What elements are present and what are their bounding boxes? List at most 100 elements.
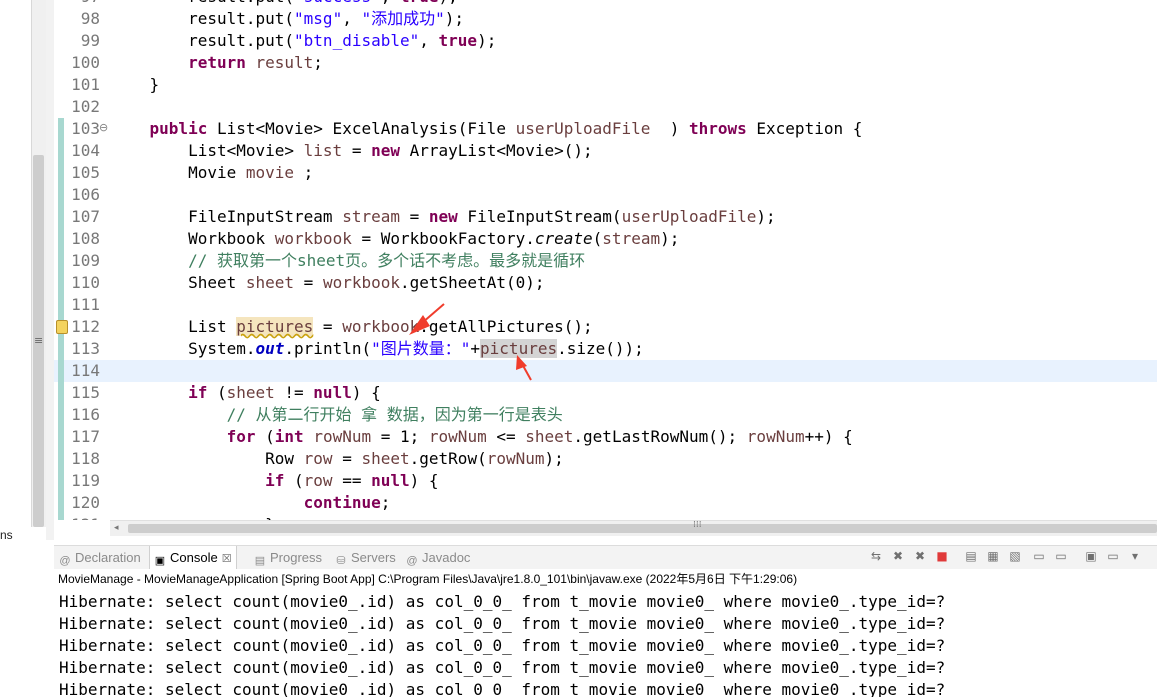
line-number: 100 (71, 53, 100, 72)
code-line[interactable]: 101 } (54, 74, 1157, 96)
code-line[interactable]: 97 result.put("success", true); (54, 0, 1157, 8)
code-line[interactable]: 105 Movie movie ; (54, 162, 1157, 184)
tab-servers[interactable]: ⛁ Servers (335, 546, 395, 570)
code-line[interactable]: 113 System.out.println("图片数量："+pictures.… (54, 338, 1157, 360)
scroll-left-icon[interactable]: ◂ (114, 521, 119, 536)
show-when-stderr-icon[interactable]: ▭ (1054, 549, 1068, 563)
show-when-stdout-icon[interactable]: ▭ (1032, 549, 1046, 563)
code-token: public (149, 119, 208, 138)
quick-diff-marker (58, 426, 64, 448)
console-output-line: Hibernate: select count(movie0_.id) as c… (59, 636, 946, 655)
console-output[interactable]: Hibernate: select count(movie0_.id) as c… (54, 589, 1157, 697)
code-text[interactable]: return result; (111, 52, 323, 74)
terminate-icon[interactable]: ■ (935, 549, 949, 563)
code-text[interactable]: result.put("success", true); (111, 0, 458, 8)
link-with-editor-icon[interactable]: ⇆ (869, 549, 883, 563)
code-text[interactable]: if (sheet != null) { (111, 382, 381, 404)
code-line[interactable]: 99 result.put("btn_disable", true); (54, 30, 1157, 52)
code-token: Sheet (111, 273, 246, 292)
code-line[interactable]: 120 continue; (54, 492, 1157, 514)
code-token: result.put( (111, 0, 294, 6)
console-output-line: Hibernate: select count(movie0_.id) as c… (59, 680, 946, 697)
code-token: != (274, 383, 314, 402)
code-text[interactable]: List<Movie> list = new ArrayList<Movie>(… (111, 140, 593, 162)
word-wrap-icon[interactable]: ▧ (1008, 549, 1022, 563)
line-number: 97 (68, 0, 100, 8)
code-token: sheet (245, 273, 295, 292)
code-line[interactable]: 114 (54, 360, 1157, 382)
code-line[interactable]: 116 // 从第二行开始 拿 数据，因为第一行是表头 (54, 404, 1157, 426)
display-selected-console-icon[interactable]: ▭ (1106, 549, 1120, 563)
editor-scroll-thumb[interactable]: ⁞⁞⁞ (128, 520, 1157, 533)
code-text[interactable]: public List<Movie> ExcelAnalysis(File us… (111, 118, 863, 140)
clear-console-icon[interactable]: ▤ (964, 549, 978, 563)
view-sash[interactable] (46, 0, 54, 540)
code-text[interactable]: continue; (111, 492, 391, 514)
code-line[interactable]: 109 // 获取第一个sheet页。多个话不考虑。最多就是循环 (54, 250, 1157, 272)
code-token: create (534, 229, 593, 248)
code-text[interactable]: Sheet sheet = workbook.getSheetAt(0); (111, 272, 544, 294)
code-token: rowNum (428, 427, 487, 446)
quick-diff-marker (58, 448, 64, 470)
code-line[interactable]: 104 List<Movie> list = new ArrayList<Mov… (54, 140, 1157, 162)
code-token: .size()); (557, 339, 644, 358)
tab-progress[interactable]: ▤ Progress (254, 546, 322, 570)
code-token: .getAllPictures(); (419, 317, 593, 336)
code-text[interactable]: Row row = sheet.getRow(rowNum); (111, 448, 564, 470)
code-line[interactable]: 110 Sheet sheet = workbook.getSheetAt(0)… (54, 272, 1157, 294)
tab-declaration[interactable]: @ Declaration (59, 546, 140, 570)
code-token: Movie (111, 163, 246, 182)
code-text[interactable]: List pictures = workbook.getAllPictures(… (111, 316, 593, 338)
code-text[interactable]: FileInputStream stream = new FileInputSt… (111, 206, 776, 228)
tab-console[interactable]: ▣ Console ☒ (149, 546, 237, 570)
remove-launch-icon[interactable]: ✖ (891, 549, 905, 563)
code-token: ( (207, 383, 227, 402)
code-token: row (303, 449, 333, 468)
code-text[interactable]: System.out.println("图片数量："+pictures.size… (111, 338, 644, 360)
editor-horizontal-scrollbar[interactable]: ◂ ⁞⁞⁞ (110, 520, 1157, 536)
code-line[interactable]: 98 result.put("msg", "添加成功"); (54, 8, 1157, 30)
code-line[interactable]: 115 if (sheet != null) { (54, 382, 1157, 404)
code-line[interactable]: 112 List pictures = workbook.getAllPictu… (54, 316, 1157, 338)
code-line[interactable]: 118 Row row = sheet.getRow(rowNum); (54, 448, 1157, 470)
code-token: movie (245, 163, 295, 182)
code-text[interactable]: if (row == null) { (111, 470, 438, 492)
remove-all-terminated-icon[interactable]: ✖ (913, 549, 927, 563)
code-line[interactable]: 117 for (int rowNum = 1; rowNum <= sheet… (54, 426, 1157, 448)
truncated-explorer-text: ns (0, 528, 13, 542)
code-line[interactable]: 103 ⊖ public List<Movie> ExcelAnalysis(Fi… (54, 118, 1157, 140)
close-icon[interactable]: ☒ (222, 553, 232, 565)
scroll-lock-icon[interactable]: ▦ (986, 549, 1000, 563)
code-line[interactable]: 111 (54, 294, 1157, 316)
code-line[interactable]: 102 (54, 96, 1157, 118)
code-token: = (313, 317, 343, 336)
code-token: <= (486, 427, 526, 446)
code-line[interactable]: 108 Workbook workbook = WorkbookFactory.… (54, 228, 1157, 250)
line-number: 111 (71, 295, 100, 314)
fold-toggle-icon[interactable]: ⊖ (99, 122, 109, 133)
code-text[interactable]: } (111, 74, 160, 96)
code-text[interactable]: result.put("btn_disable", true); (111, 30, 496, 52)
code-text[interactable]: // 从第二行开始 拿 数据，因为第一行是表头 (111, 404, 563, 426)
code-token: ( (284, 471, 304, 490)
code-text[interactable]: // 获取第一个sheet页。多个话不考虑。最多就是循环 (111, 250, 585, 272)
dropdown-icon[interactable]: ▾ (1128, 549, 1142, 563)
pin-console-icon[interactable]: ▣ (1084, 549, 1098, 563)
warning-icon[interactable] (56, 320, 68, 334)
code-token: row (303, 471, 333, 490)
code-text[interactable]: Workbook workbook = WorkbookFactory.crea… (111, 228, 679, 250)
code-text[interactable]: Movie movie ; (111, 162, 313, 184)
code-text[interactable]: for (int rowNum = 1; rowNum <= sheet.get… (111, 426, 853, 448)
code-line[interactable]: 100 return result; (54, 52, 1157, 74)
code-text[interactable]: result.put("msg", "添加成功"); (111, 8, 464, 30)
code-line[interactable]: 106 (54, 184, 1157, 206)
code-token: , (381, 0, 400, 6)
code-line[interactable]: 119 if (row == null) { (54, 470, 1157, 492)
code-token: pictures (480, 339, 558, 358)
tab-javadoc[interactable]: @ Javadoc (406, 546, 470, 570)
code-line[interactable]: 107 FileInputStream stream = new FileInp… (54, 206, 1157, 228)
console-toolbar: ⇆ ✖ ✖ ■ ▤ ▦ ▧ ▭ ▭ ▣ ▭ ▾ (869, 549, 1149, 567)
code-token: ); (660, 229, 680, 248)
java-editor[interactable]: 97 result.put("success", true);98 result… (54, 0, 1157, 520)
